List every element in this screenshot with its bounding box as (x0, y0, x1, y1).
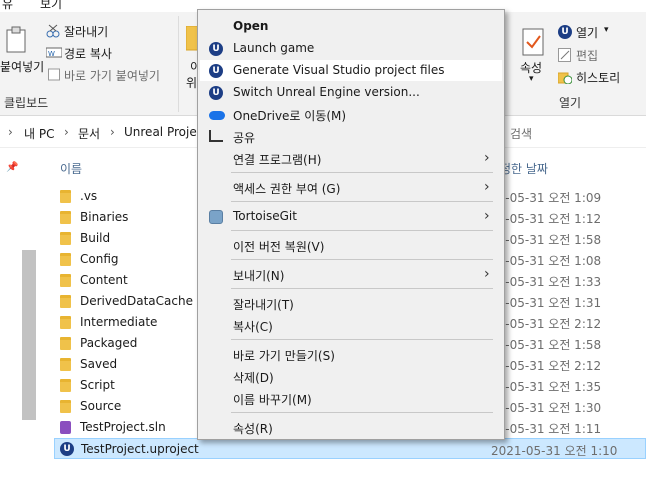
menu-item-send-to[interactable]: 보내기(N) › (200, 264, 502, 285)
copy-path-icon: W (46, 47, 62, 58)
edit-icon (558, 48, 571, 62)
paste-shortcut-button[interactable]: 바로 가기 붙여넣기 (64, 67, 160, 84)
properties-chevron-icon[interactable]: ▾ (529, 74, 534, 84)
menu-item-create-shortcut[interactable]: 바로 가기 만들기(S) (200, 344, 502, 365)
paste-shortcut-icon (48, 68, 60, 81)
navigation-scrollbar-thumb[interactable] (22, 250, 36, 420)
menu-separator (231, 201, 493, 202)
unreal-engine-icon: U (60, 442, 74, 456)
menu-separator (231, 259, 493, 260)
history-icon (558, 72, 572, 84)
menu-item-delete[interactable]: 삭제(D) (200, 366, 502, 387)
folder-icon (60, 295, 71, 308)
open-button[interactable]: 열기 (576, 24, 598, 41)
folder-icon (60, 211, 71, 224)
menu-item-move-to-onedrive[interactable]: OneDrive로 이동(M) (200, 104, 502, 125)
cut-icon (46, 24, 60, 38)
menu-item-view[interactable]: 보기 (40, 0, 62, 12)
tortoisegit-icon (209, 210, 223, 224)
menu-item-tortoisegit[interactable]: TortoiseGit › (200, 206, 502, 227)
history-button[interactable]: 히스토리 (576, 69, 620, 86)
folder-icon (60, 400, 71, 413)
submenu-arrow-icon: › (484, 266, 490, 282)
clipboard-group-label: 클립보드 (4, 96, 49, 110)
column-header-name[interactable]: 이름 (60, 160, 82, 177)
menu-item-share[interactable]: 공유 (200, 126, 502, 147)
folder-icon (60, 379, 71, 392)
list-item-selected[interactable]: U TestProject.uproject 2021-05-31 오전 1:10 (54, 438, 646, 459)
folder-icon (60, 253, 71, 266)
menu-separator (231, 230, 493, 231)
edit-button[interactable]: 편집 (576, 47, 598, 64)
open-chevron-icon[interactable]: ▾ (604, 25, 609, 35)
folder-icon (60, 274, 71, 287)
menu-item-copy[interactable]: 복사(C) (200, 315, 502, 336)
menu-item-give-access[interactable]: 액세스 권한 부여 (G) › (200, 177, 502, 198)
menu-item-rename[interactable]: 이름 바꾸기(M) (200, 388, 502, 409)
menu-item-open-with[interactable]: 연결 프로그램(H) › (200, 148, 502, 169)
pin-icon[interactable]: 📌 (6, 162, 18, 173)
breadcrumb-this-pc[interactable]: 내 PC (24, 125, 54, 142)
menu-item-generate-vs-project[interactable]: U Generate Visual Studio project files (200, 60, 502, 81)
context-menu: Open U Launch game U Generate Visual Studi… (197, 9, 505, 440)
menu-item-open[interactable]: Open (200, 16, 502, 37)
breadcrumb-chevron-icon[interactable]: › (8, 125, 13, 139)
onedrive-cloud-icon (209, 111, 225, 120)
unreal-engine-icon: U (209, 42, 223, 56)
copy-path-button[interactable]: 경로 복사 (64, 45, 112, 62)
paste-icon (6, 26, 26, 53)
menu-separator (231, 172, 493, 173)
breadcrumb-chevron-icon[interactable]: › (64, 125, 69, 139)
unreal-engine-icon: U (558, 25, 572, 39)
ribbon-partial-label-2: 위 (186, 76, 198, 90)
breadcrumb-documents[interactable]: 문서 (78, 125, 100, 142)
menu-item-properties[interactable]: 속성(R) (200, 417, 502, 438)
svg-text:W: W (48, 50, 55, 58)
menu-item-view-partial[interactable]: 유 (2, 0, 13, 12)
menu-item-switch-engine-version[interactable]: U Switch Unreal Engine version... (200, 82, 502, 103)
folder-icon (60, 316, 71, 329)
folder-icon (60, 190, 71, 203)
submenu-arrow-icon: › (484, 150, 490, 166)
submenu-arrow-icon: › (484, 208, 490, 224)
menu-item-restore-previous-versions[interactable]: 이전 버전 복원(V) (200, 235, 502, 256)
column-header-date-modified[interactable]: 정한 날짜 (500, 160, 548, 177)
menu-separator (231, 412, 493, 413)
menu-item-launch-game[interactable]: U Launch game (200, 38, 502, 59)
menu-separator (231, 339, 493, 340)
folder-icon (60, 232, 71, 245)
submenu-arrow-icon: › (484, 179, 490, 195)
folder-icon (60, 337, 71, 350)
ribbon-separator (178, 16, 179, 112)
open-group-label: 열기 (559, 96, 582, 110)
menu-separator (231, 288, 493, 289)
breadcrumb-unreal-project[interactable]: Unreal Project (124, 125, 208, 139)
share-icon (209, 130, 223, 142)
unreal-engine-icon: U (209, 86, 223, 100)
menu-item-cut[interactable]: 잘라내기(T) (200, 293, 502, 314)
folder-icon (60, 358, 71, 371)
cut-button[interactable]: 잘라내기 (64, 23, 108, 40)
properties-icon (522, 28, 544, 56)
paste-button[interactable]: 붙여넣기 (0, 58, 44, 75)
visual-studio-solution-icon (60, 421, 71, 434)
search-box-placeholder[interactable]: 검색 (510, 125, 532, 142)
breadcrumb-chevron-icon[interactable]: › (110, 125, 115, 139)
unreal-engine-icon: U (209, 64, 223, 78)
